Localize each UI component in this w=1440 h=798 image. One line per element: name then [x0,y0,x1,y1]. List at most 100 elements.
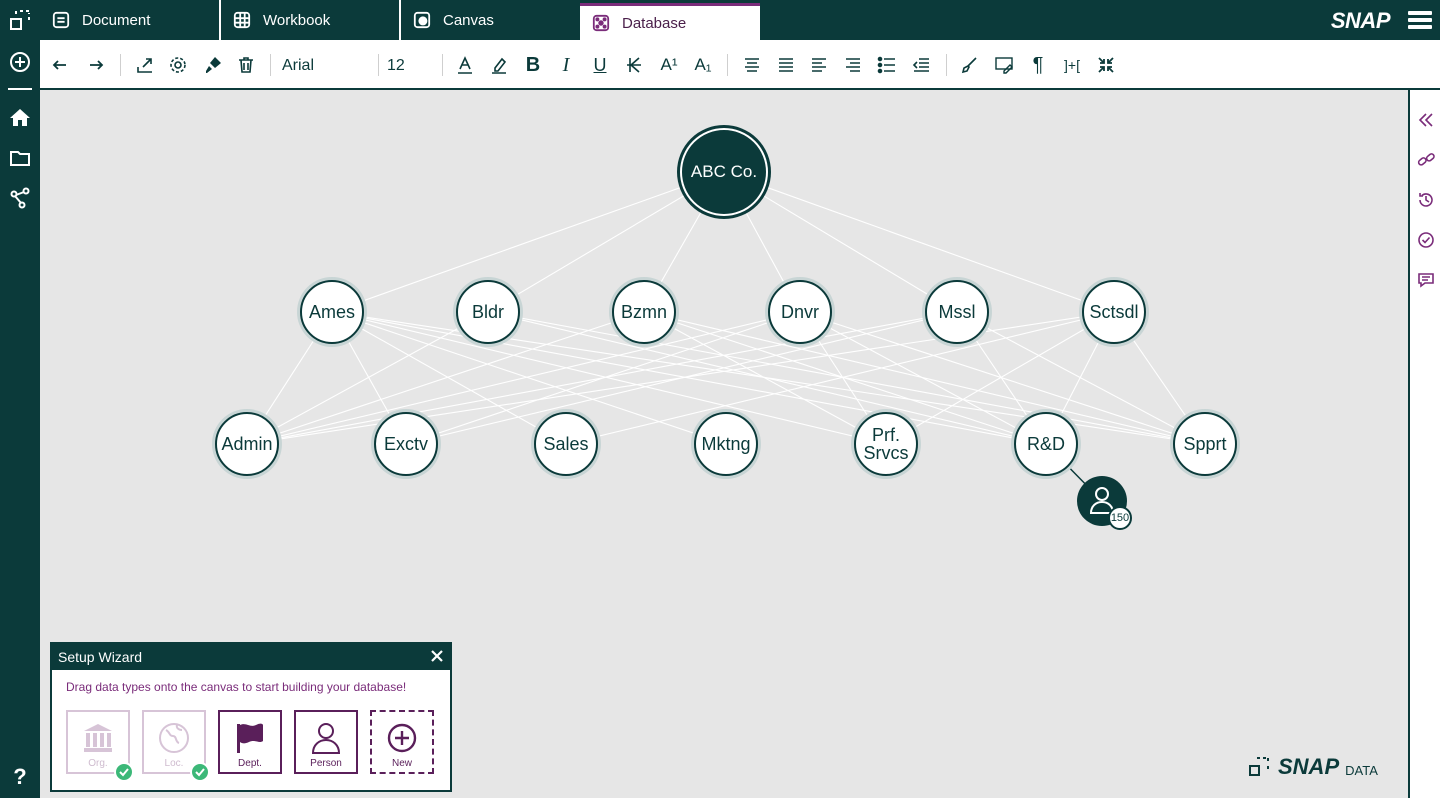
node-location-sctsdl[interactable]: Sctsdl [1082,280,1146,344]
pilcrow-button[interactable]: ¶ [1026,53,1050,77]
snap-logo-icon [1249,757,1269,776]
tab-database[interactable]: Database [580,3,760,40]
building-icon [84,724,112,752]
history-icon[interactable] [1417,191,1435,209]
canvas-icon [413,11,431,29]
node-dept-prfsrvcs[interactable]: Prf. Srvcs [854,412,918,476]
align-right-icon[interactable] [841,53,865,77]
wizard-title: Setup Wizard [58,649,143,665]
tab-workbook[interactable]: Workbook [221,0,401,40]
database-icon [592,14,610,32]
toolbar-divider [270,54,271,76]
font-color-icon[interactable] [453,53,477,77]
right-rail [1408,90,1440,798]
node-dept-exctv[interactable]: Exctv [374,412,438,476]
grid-icon [233,11,251,29]
tab-canvas[interactable]: Canvas [401,0,580,40]
subscript-button[interactable]: A₁ [691,53,715,77]
export-icon[interactable] [133,53,157,77]
undo-icon[interactable] [50,53,74,77]
left-rail: ? [0,0,40,798]
wizard-header: Setup Wizard [52,644,450,670]
node-location-mssl[interactable]: Mssl [925,280,989,344]
person-icon [311,723,341,754]
tile-label: Dept. [238,758,262,769]
node-root[interactable]: ABC Co. [680,128,768,216]
tile-label: Loc. [164,758,184,769]
node-dept-spprt[interactable]: Spprt [1173,412,1237,476]
document-icon [52,11,70,29]
outdent-icon[interactable] [909,53,933,77]
collapse-icon[interactable] [1094,53,1118,77]
brand-logo: SNAP [1330,8,1391,33]
folder-icon[interactable] [8,146,32,170]
node-location-ames[interactable]: Ames [300,280,364,344]
node-location-dnvr[interactable]: Dnvr [768,280,832,344]
tab-label: Workbook [263,11,331,29]
tile-label: New [391,758,412,769]
tab-label: Canvas [443,11,494,29]
paint-icon[interactable] [958,53,982,77]
node-people-group[interactable]: 150 [1077,476,1132,530]
link-icon[interactable] [1417,151,1435,169]
wizard-instructions: Drag data types onto the canvas to start… [66,680,407,694]
tab-bar: Document Workbook Canvas Database SNAP [40,0,1440,40]
font-family-select[interactable]: Arial [282,54,372,78]
close-icon[interactable] [430,649,444,663]
font-size-select[interactable]: 12 [387,54,427,78]
globe-icon [159,723,189,753]
toolbar-divider [442,54,443,76]
footer-brand-name: SNAP [1278,754,1340,779]
justify-icon[interactable] [774,53,798,77]
share-icon[interactable] [8,186,32,210]
rail-divider [8,88,32,90]
wizard-tile-dept[interactable]: Dept. [218,710,282,774]
select-area-icon[interactable] [8,8,32,32]
settings-icon[interactable] [166,53,190,77]
comment-icon[interactable] [1417,271,1435,289]
tile-label: Org. [88,758,108,769]
node-location-bldr[interactable]: Bldr [456,280,520,344]
align-left-icon[interactable] [807,53,831,77]
footer-brand: SNAP DATA [1248,754,1378,780]
align-center-icon[interactable] [740,53,764,77]
underline-button[interactable]: U [588,53,612,77]
tab-document[interactable]: Document [40,0,221,40]
node-dept-rnd[interactable]: R&D [1014,412,1078,476]
node-dept-admin[interactable]: Admin [215,412,279,476]
done-check-icon [190,762,210,782]
highlight-icon[interactable] [487,53,511,77]
strikethrough-icon[interactable] [622,53,646,77]
toolbar-divider [946,54,947,76]
bold-button[interactable]: B [521,53,545,77]
help-button[interactable]: ? [0,764,40,792]
toolbar-divider [727,54,728,76]
brush-icon[interactable] [201,53,225,77]
expand-button[interactable]: ]+[ [1060,53,1084,77]
toolbar-divider [378,54,379,76]
node-location-bzmn[interactable]: Bzmn [612,280,676,344]
node-dept-mktng[interactable]: Mktng [694,412,758,476]
plus-circle-icon [387,723,417,753]
toolbar: Arial 12 B I U A¹ A₁ ¶ ]+[ [40,40,1440,90]
trash-icon[interactable] [234,53,258,77]
menu-icon[interactable] [1408,10,1432,30]
node-dept-sales[interactable]: Sales [534,412,598,476]
toolbar-divider [120,54,121,76]
wizard-tile-person[interactable]: Person [294,710,358,774]
bullet-list-icon[interactable] [875,53,899,77]
home-icon[interactable] [8,106,32,130]
check-circle-icon[interactable] [1417,231,1435,249]
flag-icon [237,723,263,753]
add-icon[interactable] [8,50,32,74]
redo-icon[interactable] [82,53,106,77]
spellcheck-icon[interactable] [992,53,1016,77]
italic-button[interactable]: I [554,53,578,77]
tile-label: Person [310,758,342,769]
tab-label: Database [622,14,687,32]
collapse-left-icon[interactable] [1417,111,1435,129]
superscript-button[interactable]: A¹ [657,53,681,77]
edge [799,311,1047,445]
wizard-tile-new[interactable]: New [370,710,434,774]
done-check-icon [114,762,134,782]
